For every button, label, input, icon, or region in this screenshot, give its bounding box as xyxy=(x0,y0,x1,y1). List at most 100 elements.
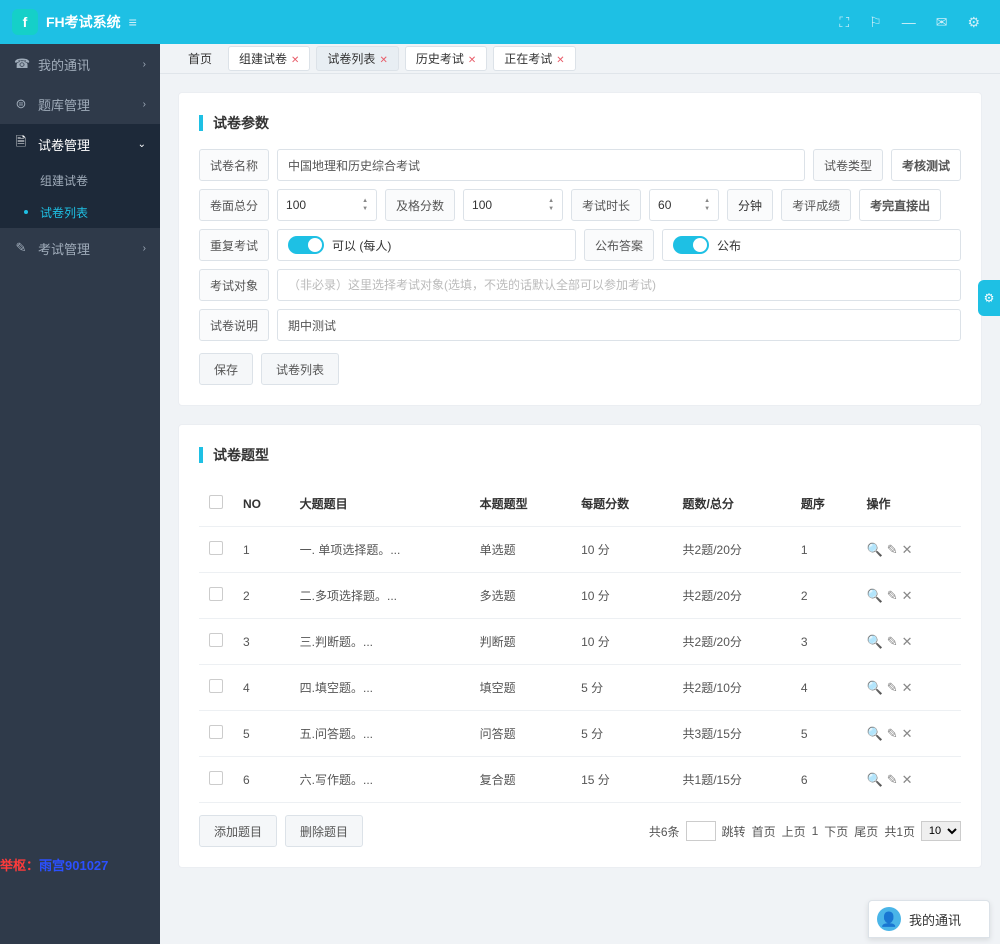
delete-icon[interactable]: ✕ xyxy=(902,588,913,603)
mail-icon[interactable]: ✉ xyxy=(936,14,948,31)
sidebar-sub-1[interactable]: 试卷列表 xyxy=(0,196,160,228)
sidebar-icon: ⊜ xyxy=(14,96,28,112)
checkbox-row[interactable] xyxy=(209,725,223,739)
sidebar-item-2[interactable]: 🗎试卷管理⌄ xyxy=(0,124,160,164)
delete-icon[interactable]: ✕ xyxy=(902,726,913,741)
btn-add-question[interactable]: 添加题目 xyxy=(199,815,277,847)
edit-icon[interactable]: ✎ xyxy=(887,634,898,649)
pager-first[interactable]: 首页 xyxy=(752,823,776,840)
menu-toggle-icon[interactable]: ≡ xyxy=(129,14,137,30)
input-duration[interactable]: 60▲▼ xyxy=(649,189,719,221)
tab-4[interactable]: 正在考试✕ xyxy=(493,46,575,71)
edit-icon[interactable]: ✎ xyxy=(887,726,898,741)
input-target[interactable] xyxy=(277,269,961,301)
label-pass: 及格分数 xyxy=(385,189,455,221)
tab-2[interactable]: 试卷列表✕ xyxy=(316,46,398,71)
label-publish-ans: 公布答案 xyxy=(584,229,654,261)
view-icon[interactable]: 🔍 xyxy=(867,680,883,695)
sidebar-icon: 🗎 xyxy=(14,133,28,155)
tab-1[interactable]: 组建试卷✕ xyxy=(228,46,310,71)
value-score-rule: 考完直接出 xyxy=(859,189,941,221)
close-icon[interactable]: ✕ xyxy=(468,55,476,66)
table-row: 5五.问答题。...问答题 5 分共3题/15分5 🔍✎✕ xyxy=(199,711,961,757)
avatar-icon: 👤 xyxy=(877,907,901,931)
edit-icon[interactable]: ✎ xyxy=(887,588,898,603)
switch-repeat[interactable] xyxy=(288,236,324,254)
label-name: 试卷名称 xyxy=(199,149,269,181)
sidebar-item-0[interactable]: ☎我的通讯› xyxy=(0,44,160,84)
delete-icon[interactable]: ✕ xyxy=(902,772,913,787)
view-icon[interactable]: 🔍 xyxy=(867,634,883,649)
checkbox-row[interactable] xyxy=(209,679,223,693)
pager-jump[interactable]: 跳转 xyxy=(722,823,746,840)
pager-jump-input[interactable] xyxy=(686,821,716,841)
value-type: 考核测试 xyxy=(891,149,961,181)
close-icon[interactable]: ✕ xyxy=(291,55,299,66)
content-area: 首页组建试卷✕试卷列表✕历史考试✕正在考试✕ 试卷参数 试卷名称 试卷类型 考核… xyxy=(160,44,1000,944)
chevron-icon: › xyxy=(143,59,146,70)
checkbox-row[interactable] xyxy=(209,541,223,555)
table-row: 6六.写作题。...复合题 15 分共1题/15分6 🔍✎✕ xyxy=(199,757,961,803)
close-icon[interactable]: ✕ xyxy=(556,55,564,66)
suffix-minute: 分钟 xyxy=(727,189,773,221)
switch-publish-wrap: 公布 xyxy=(662,229,961,261)
delete-icon[interactable]: ✕ xyxy=(902,542,913,557)
edit-icon[interactable]: ✎ xyxy=(887,680,898,695)
checkbox-row[interactable] xyxy=(209,587,223,601)
tab-3[interactable]: 历史考试✕ xyxy=(405,46,487,71)
close-icon[interactable]: ✕ xyxy=(379,55,387,66)
label-total: 卷面总分 xyxy=(199,189,269,221)
sidebar-icon: ✎ xyxy=(14,240,28,256)
app-title: FH考试系统 xyxy=(46,12,121,32)
input-desc[interactable] xyxy=(277,309,961,341)
table-row: 1一. 单项选择题。...单选题 10 分共2题/20分1 🔍✎✕ xyxy=(199,527,961,573)
switch-publish[interactable] xyxy=(673,236,709,254)
delete-icon[interactable]: ✕ xyxy=(902,634,913,649)
edit-icon[interactable]: ✎ xyxy=(887,542,898,557)
chevron-icon: ⌄ xyxy=(138,139,146,150)
table-row: 2二.多项选择题。...多选题 10 分共2题/20分2 🔍✎✕ xyxy=(199,573,961,619)
label-target: 考试对象 xyxy=(199,269,269,301)
checkbox-all[interactable] xyxy=(209,495,223,509)
chevron-icon: › xyxy=(143,243,146,254)
chevron-icon: › xyxy=(143,99,146,110)
pager-last[interactable]: 尾页 xyxy=(854,823,878,840)
logo-area: f FH考试系统 ≡ xyxy=(0,0,160,44)
panel2-title: 试卷题型 xyxy=(213,445,269,465)
label-repeat: 重复考试 xyxy=(199,229,269,261)
checkbox-row[interactable] xyxy=(209,771,223,785)
top-right-icons: ⛶ ⚐ — ✉ ⚙ xyxy=(839,14,1000,31)
pager-next[interactable]: 下页 xyxy=(824,823,848,840)
view-icon[interactable]: 🔍 xyxy=(867,588,883,603)
sidebar-sub-0[interactable]: 组建试卷 xyxy=(0,164,160,196)
table-row: 4四.填空题。...填空题 5 分共2题/10分4 🔍✎✕ xyxy=(199,665,961,711)
btn-list[interactable]: 试卷列表 xyxy=(261,353,339,385)
chat-widget[interactable]: 👤我的通讯 xyxy=(868,900,990,938)
panel-params: 试卷参数 试卷名称 试卷类型 考核测试 卷面总分 100▲▼ 及格分数 100▲… xyxy=(178,92,982,406)
fullscreen-icon[interactable]: ⛶ xyxy=(839,14,849,31)
label-score-rule: 考评成绩 xyxy=(781,189,851,221)
delete-icon[interactable]: ✕ xyxy=(902,680,913,695)
tab-0[interactable]: 首页 xyxy=(178,47,222,70)
sidebar-icon: ☎ xyxy=(14,56,28,72)
sidebar-item-1[interactable]: ⊜题库管理› xyxy=(0,84,160,124)
pager-prev[interactable]: 上页 xyxy=(782,823,806,840)
input-total[interactable]: 100▲▼ xyxy=(277,189,377,221)
view-icon[interactable]: 🔍 xyxy=(867,542,883,557)
side-config-icon[interactable]: ⚙ xyxy=(978,280,1000,316)
input-pass[interactable]: 100▲▼ xyxy=(463,189,563,221)
view-icon[interactable]: 🔍 xyxy=(867,726,883,741)
tabs-row: 首页组建试卷✕试卷列表✕ 历史考试✕正在考试✕ xyxy=(160,44,1000,74)
panel-title: 试卷参数 xyxy=(213,113,269,133)
checkbox-row[interactable] xyxy=(209,633,223,647)
flag-icon[interactable]: ⚐ xyxy=(869,14,882,31)
edit-icon[interactable]: ✎ xyxy=(887,772,898,787)
btn-del-question[interactable]: 删除题目 xyxy=(285,815,363,847)
pager-size[interactable]: 10 xyxy=(921,821,961,841)
sidebar-item-3[interactable]: ✎考试管理› xyxy=(0,228,160,268)
label-desc: 试卷说明 xyxy=(199,309,269,341)
input-name[interactable] xyxy=(277,149,805,181)
view-icon[interactable]: 🔍 xyxy=(867,772,883,787)
btn-save[interactable]: 保存 xyxy=(199,353,253,385)
gear-icon[interactable]: ⚙ xyxy=(967,14,980,31)
